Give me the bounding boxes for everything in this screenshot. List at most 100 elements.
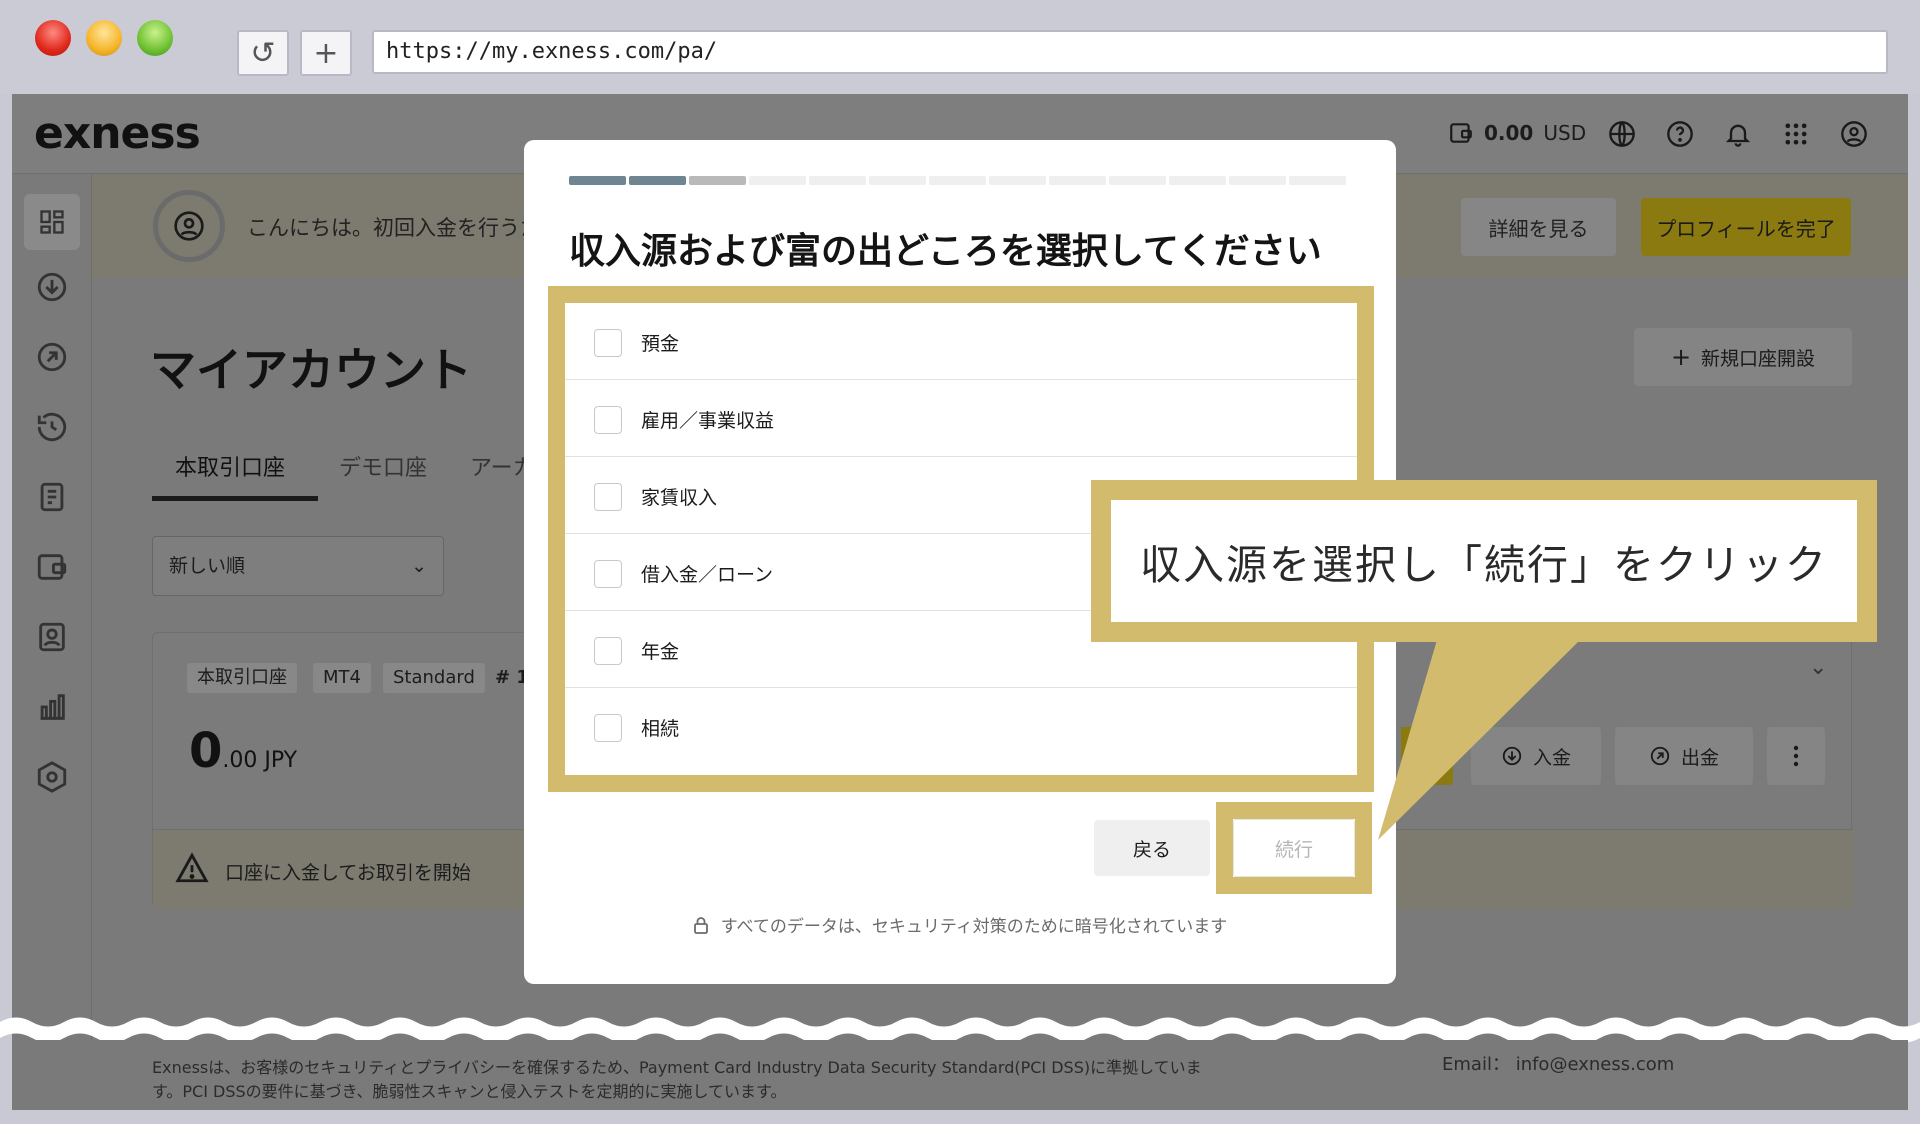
progress-segment [869,176,926,185]
analytics-icon[interactable] [35,690,69,724]
list-item[interactable]: 相続 [565,688,1357,765]
option-label: 借入金／ローン [641,564,774,586]
continue-button[interactable]: 続行 [1233,819,1355,877]
continue-highlight-frame: 続行 [1216,802,1372,894]
option-label: 雇用／事業収益 [641,410,775,432]
dashboard-icon [40,210,64,234]
option-label: 預金 [641,333,680,355]
deposit-icon[interactable] [35,270,69,304]
deposit-label: 入金 [1532,746,1571,769]
instruction-callout-text: 収入源を選択し「続行」をクリック [1111,500,1857,622]
deposit-button[interactable]: 入金 [1471,727,1601,785]
warning-icon [175,852,209,883]
lock-icon [693,916,708,934]
wallet-icon [1450,123,1472,143]
page-title: マイアカウント [150,343,472,397]
exness-logo[interactable]: exness [34,108,201,159]
option-label: 家賃収入 [641,487,718,509]
help-icon[interactable] [1666,120,1694,148]
plus-icon: + [313,35,339,71]
settings-hexagon-icon[interactable] [35,760,69,794]
reload-button[interactable]: ↺ [237,30,289,76]
greeting-text: こんにちは。初回入金を行うため [247,216,562,240]
account-type-chip: 本取引口座 [187,663,297,693]
modal-title: 収入源および富の出どころを選択してください [569,231,1322,272]
progress-segment [1049,176,1106,185]
platform-chip: MT4 [313,663,371,693]
progress-segment [1229,176,1286,185]
sort-value: 新しい順 [169,555,246,577]
withdraw-icon[interactable] [35,340,69,374]
progress-segment [629,176,686,185]
list-item[interactable]: 雇用／事業収益 [565,380,1357,457]
history-icon[interactable] [35,410,69,444]
close-window-icon[interactable] [35,20,71,56]
balance-display[interactable]: 0.00 USD [1448,120,1586,146]
withdraw-button[interactable]: 出金 [1615,727,1753,785]
user-account-icon[interactable] [1840,120,1868,148]
withdraw-icon [1650,746,1670,766]
progress-segment [989,176,1046,185]
browser-chrome: ↺ + https://my.exness.com/pa/ [0,0,1920,94]
warning-text: 口座に入金してお取引を開始 [225,862,471,884]
security-note-text: すべてのデータは、セキュリティ対策のために暗号化されています [720,917,1228,937]
checkbox[interactable] [594,637,622,665]
user-icon [174,211,204,241]
address-bar[interactable]: https://my.exness.com/pa/ [372,30,1888,74]
progress-segment [929,176,986,185]
more-vertical-icon [1793,745,1799,767]
checkbox[interactable] [594,560,622,588]
document-icon[interactable] [35,480,69,514]
active-tab-indicator [152,496,318,501]
tab-real-accounts[interactable]: 本取引口座 [175,450,285,482]
footer-email-label: Email： [1442,1054,1510,1075]
checkbox[interactable] [594,406,622,434]
footer-compliance-text: Exnessは、お客様のセキュリティとプライバシーを確保するため、Payment… [152,1058,1202,1101]
chevron-down-icon[interactable]: ⌄ [1809,655,1827,680]
sidebar [12,174,92,1110]
contact-card-icon[interactable] [35,620,69,654]
checkbox[interactable] [594,483,622,511]
globe-icon[interactable] [1608,120,1636,148]
account-balance-fraction: .00 JPY [222,748,298,773]
footer-email-address[interactable]: info@exness.com [1516,1054,1675,1075]
trade-button[interactable]: 取引 [1401,727,1453,785]
progress-segment [749,176,806,185]
maximize-window-icon[interactable] [137,20,173,56]
balance-currency: USD [1543,121,1587,145]
checkbox[interactable] [594,329,622,357]
back-button[interactable]: 戻る [1094,820,1210,876]
complete-profile-button[interactable]: プロフィールを完了 [1641,198,1851,256]
plus-icon: + [1670,343,1692,371]
progress-segment [1289,176,1346,185]
page-footer: Exnessは、お客様のセキュリティとプライバシーを確保するため、Payment… [12,1040,1908,1110]
chevron-down-icon: ⌄ [411,555,427,577]
option-label: 年金 [641,641,680,663]
option-label: 相続 [641,718,680,740]
progress-segment [1169,176,1226,185]
sort-select[interactable]: 新しい順 ⌄ [152,536,444,596]
progress-segment [809,176,866,185]
new-tab-button[interactable]: + [300,30,352,76]
wallet-icon[interactable] [35,550,69,584]
view-details-button[interactable]: 詳細を見る [1461,198,1616,256]
bell-icon[interactable] [1724,120,1752,148]
open-new-account-button[interactable]: + 新規口座開設 [1634,328,1852,386]
withdraw-label: 出金 [1680,746,1719,769]
minimize-window-icon[interactable] [86,20,122,56]
progress-segment [1109,176,1166,185]
list-item[interactable]: 預金 [565,303,1357,380]
open-new-account-label: 新規口座開設 [1701,347,1816,370]
progress-segment [569,176,626,185]
more-options-button[interactable] [1767,727,1825,785]
security-note: すべてのデータは、セキュリティ対策のために暗号化されています [524,912,1396,937]
tab-demo-accounts[interactable]: デモ口座 [339,450,427,482]
footer-email[interactable]: Email： info@exness.com [1442,1050,1674,1076]
sidebar-item-dashboard[interactable] [24,194,80,250]
account-balance-integer: 0 [189,723,223,779]
apps-grid-icon[interactable] [1782,120,1810,148]
checkbox[interactable] [594,714,622,742]
account-balance: 0.00 JPY [189,723,297,779]
deposit-icon [1502,746,1522,766]
profile-progress-ring [153,190,225,262]
